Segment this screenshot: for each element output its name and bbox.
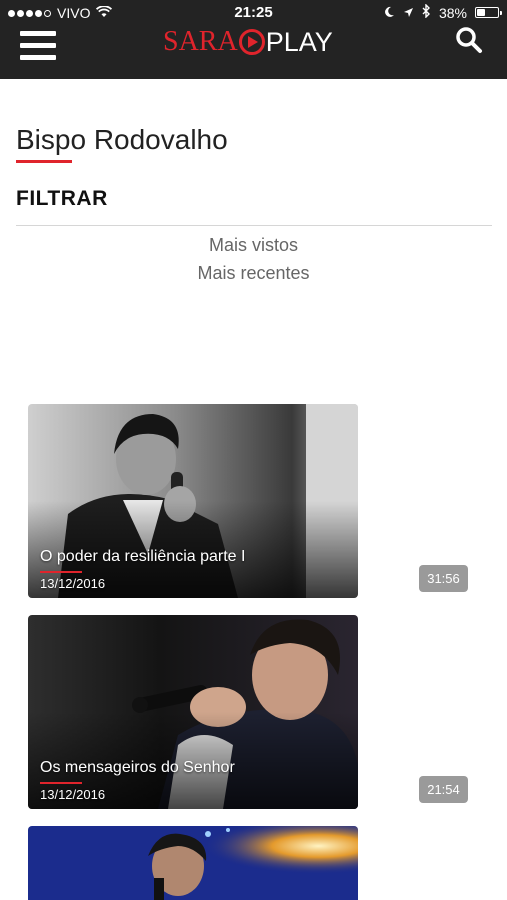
menu-button[interactable]	[20, 31, 56, 61]
video-date: 13/12/2016	[40, 576, 106, 591]
top-bar: VIVO 21:25 38% SARA PLAY	[0, 0, 507, 79]
title-underline	[16, 160, 72, 163]
logo-sara-text: SARA	[163, 26, 238, 57]
sara-play-logo[interactable]: SARA PLAY	[163, 26, 333, 58]
video-date: 13/12/2016	[40, 787, 106, 802]
battery-icon	[475, 7, 502, 18]
video-card[interactable]: O poder da resiliência parte I 13/12/201…	[28, 404, 358, 598]
divider	[16, 225, 492, 226]
search-button[interactable]	[455, 26, 483, 54]
video-thumbnail	[28, 404, 358, 598]
video-card[interactable]	[28, 826, 358, 900]
status-bar: VIVO 21:25 38%	[0, 0, 507, 26]
video-duration-badge: 31:56	[419, 565, 468, 592]
logo-play-text: PLAY	[265, 26, 333, 57]
video-title: Os mensageiros do Senhor	[40, 759, 235, 776]
filter-option-most-viewed[interactable]: Mais vistos	[0, 235, 507, 256]
video-thumbnail	[28, 615, 358, 809]
filter-label: FILTRAR	[16, 187, 108, 210]
video-title: O poder da resiliência parte I	[40, 548, 246, 565]
menu-icon-bar	[20, 43, 56, 48]
search-icon	[456, 27, 482, 53]
video-title-underline	[40, 782, 82, 784]
battery-percent: 38%	[438, 4, 467, 21]
video-title-underline	[40, 571, 82, 573]
moon-icon	[383, 5, 395, 21]
video-duration-badge: 21:54	[419, 776, 468, 803]
bluetooth-icon	[422, 3, 431, 21]
play-icon	[238, 29, 265, 55]
menu-icon-bar	[20, 55, 56, 60]
filter-option-most-recent[interactable]: Mais recentes	[0, 263, 507, 284]
status-right: 38%	[383, 3, 502, 21]
video-card[interactable]: Os mensageiros do Senhor 13/12/2016	[28, 615, 358, 809]
menu-icon-bar	[20, 31, 56, 36]
video-thumbnail	[28, 826, 358, 900]
page-title: Bispo Rodovalho	[16, 124, 228, 155]
location-arrow-icon	[403, 5, 414, 21]
